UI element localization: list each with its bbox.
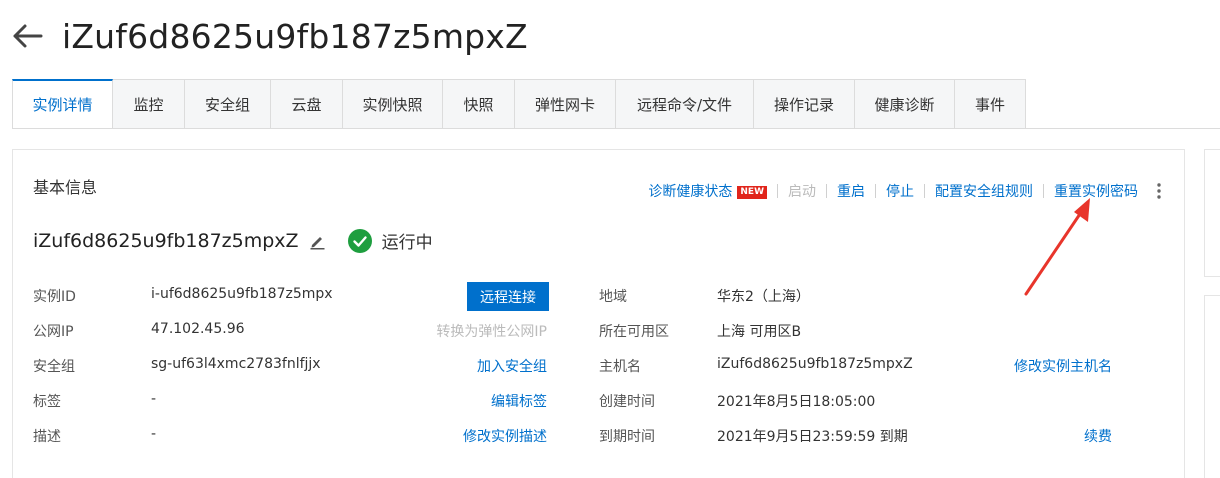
tab-events[interactable]: 事件 (955, 79, 1026, 129)
edit-description-link[interactable]: 修改实例描述 (463, 426, 547, 446)
tab-operation-logs[interactable]: 操作记录 (754, 79, 855, 129)
instance-name: iZuf6d8625u9fb187z5mpxZ (33, 229, 299, 252)
join-security-group-link[interactable]: 加入安全组 (477, 356, 547, 376)
instance-id-value: i-uf6d8625u9fb187z5mpx (151, 286, 333, 302)
expiry-time-label: 到期时间 (599, 429, 655, 445)
tab-cloud-disks[interactable]: 云盘 (271, 79, 343, 129)
security-group-label: 安全组 (33, 359, 75, 375)
side-panel (1204, 149, 1220, 277)
tab-monitoring[interactable]: 监控 (113, 79, 185, 129)
convert-eip-link[interactable]: 转换为弹性公网IP (436, 321, 547, 341)
diagnose-health-link[interactable]: 诊断健康状态 NEW (648, 181, 767, 201)
hostname-value: iZuf6d8625u9fb187z5mpxZ (717, 356, 913, 372)
annotation-arrow-icon (1024, 198, 1090, 296)
tab-security-groups[interactable]: 安全组 (185, 79, 271, 129)
zone-value: 上海 可用区B (717, 324, 802, 340)
tags-label: 标签 (33, 394, 61, 410)
tab-divider (12, 128, 1220, 129)
region-label: 地域 (599, 289, 627, 305)
restart-button[interactable]: 重启 (837, 181, 865, 201)
tags-value: - (151, 391, 157, 407)
zone-label: 所在可用区 (599, 324, 669, 340)
public-ip-label: 公网IP (33, 324, 74, 340)
check-circle-icon (347, 228, 372, 253)
page-header: iZuf6d8625u9fb187z5mpxZ (10, 14, 528, 58)
security-group-value: sg-uf63l4xmc2783fnlfjjx (151, 356, 321, 372)
created-time-label: 创建时间 (599, 394, 655, 410)
edit-hostname-link[interactable]: 修改实例主机名 (1014, 356, 1112, 376)
divider (875, 184, 876, 198)
renew-link[interactable]: 续费 (1084, 426, 1112, 446)
region-value: 华东2（上海） (717, 289, 810, 305)
divider (924, 184, 925, 198)
page-title: iZuf6d8625u9fb187z5mpxZ (62, 16, 528, 56)
divider (826, 184, 827, 198)
hostname-label: 主机名 (599, 359, 641, 375)
divider (777, 184, 778, 198)
description-label: 描述 (33, 429, 61, 445)
description-value: - (151, 426, 157, 442)
stop-button[interactable]: 停止 (886, 181, 914, 201)
tab-instance-details[interactable]: 实例详情 (12, 79, 113, 129)
tab-health-diagnosis[interactable]: 健康诊断 (855, 79, 955, 129)
remote-connect-button[interactable]: 远程连接 (467, 282, 549, 311)
public-ip-value: 47.102.45.96 (151, 321, 245, 337)
tab-elastic-nic[interactable]: 弹性网卡 (515, 79, 616, 129)
diagnose-health-label: 诊断健康状态 (648, 184, 733, 200)
tab-bar: 实例详情 监控 安全组 云盘 实例快照 快照 弹性网卡 远程命令/文件 操作记录… (12, 79, 1026, 129)
instance-id-label: 实例ID (33, 289, 76, 305)
back-arrow-icon[interactable] (10, 19, 44, 53)
tab-remote-commands[interactable]: 远程命令/文件 (616, 79, 754, 129)
edit-tags-link[interactable]: 编辑标签 (491, 391, 547, 411)
created-time-value: 2021年8月5日18:05:00 (717, 394, 876, 410)
section-title: 基本信息 (33, 178, 98, 197)
tab-snapshots[interactable]: 快照 (443, 79, 515, 129)
more-vertical-icon[interactable] (1154, 182, 1164, 200)
basic-info-card: 基本信息 诊断健康状态 NEW 启动 重启 停止 配置安全组规则 重置实例密码 i… (12, 149, 1185, 478)
start-button[interactable]: 启动 (788, 181, 816, 201)
tab-instance-snapshots[interactable]: 实例快照 (343, 79, 443, 129)
instance-status-row: iZuf6d8625u9fb187z5mpxZ 运行中 (33, 228, 433, 253)
side-panel (1204, 295, 1220, 478)
pencil-edit-icon[interactable] (309, 232, 327, 250)
instance-status: 运行中 (381, 233, 433, 253)
new-badge: NEW (737, 185, 767, 199)
expiry-time-value: 2021年9月5日23:59:59 到期 (717, 429, 908, 445)
